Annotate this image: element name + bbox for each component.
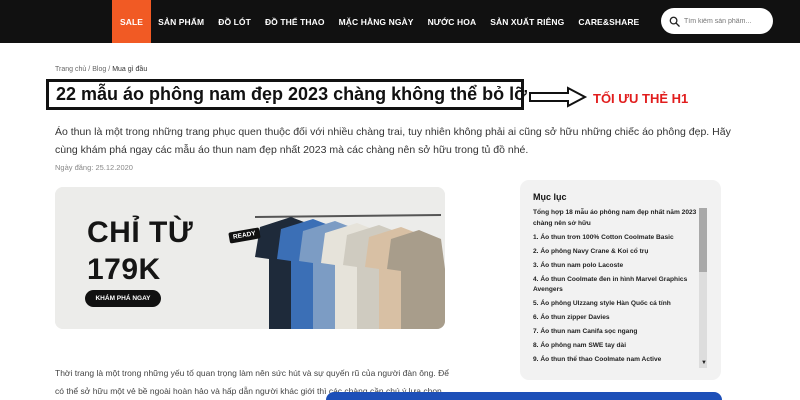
toc-scrollbar-thumb[interactable] [699, 208, 707, 272]
nav-item-sportswear[interactable]: ĐỒ THỂ THAO [258, 0, 332, 43]
title-highlight-frame: 22 mẫu áo phông nam đẹp 2023 chàng không… [46, 79, 527, 110]
toc-item[interactable]: 9. Áo thun thể thao Coolmate nam Active [533, 355, 698, 366]
breadcrumb-separator: / [88, 66, 91, 73]
toc-item[interactable]: 3. Áo thun nam polo Lacoste [533, 261, 698, 272]
bottom-floating-bar[interactable] [326, 392, 722, 400]
article-intro: Áo thun là một trong những trang phục qu… [55, 126, 731, 156]
breadcrumb-separator: / [108, 66, 111, 73]
top-navigation-bar: SALE SẢN PHẨM ĐỒ LÓT ĐỒ THỂ THAO MẶC HẰN… [0, 0, 800, 43]
caret-down-icon[interactable]: ▼ [701, 360, 707, 366]
breadcrumb-blog[interactable]: Blog [92, 66, 106, 73]
toc-item[interactable]: 1. Áo thun trơn 100% Cotton Coolmate Bas… [533, 233, 698, 244]
explore-now-button[interactable]: KHÁM PHÁ NGAY [85, 290, 161, 307]
breadcrumb-current[interactable]: Mua gì đầu [112, 66, 147, 73]
promo-banner[interactable]: CHỈ TỪ 179K KHÁM PHÁ NGAY READY [55, 187, 445, 329]
main-menu: SALE SẢN PHẨM ĐỒ LÓT ĐỒ THỂ THAO MẶC HẰN… [112, 0, 646, 43]
search-icon[interactable] [669, 16, 680, 27]
nav-item-custom[interactable]: SẢN XUẤT RIÊNG [483, 0, 571, 43]
nav-item-perfume[interactable]: NƯỚC HOA [421, 0, 484, 43]
toc-item[interactable]: 6. Áo thun zipper Davies [533, 313, 698, 324]
toc-item[interactable]: 5. Áo phông Ulzzang style Hàn Quốc cá tí… [533, 299, 698, 310]
toc-item[interactable]: 4. Áo thun Coolmate đen in hình Marvel G… [533, 275, 698, 296]
toc-title: Mục lục [533, 192, 567, 202]
toc-item[interactable]: 8. Áo phông nam SWE tay dài [533, 341, 698, 352]
publish-date: Ngày đăng: 25.12.2020 [55, 163, 133, 172]
nav-item-everyday[interactable]: MẶC HẰNG NGÀY [332, 0, 421, 43]
annotation-label: TỐI ƯU THẺ H1 [593, 91, 689, 106]
breadcrumb: Trang chủ / Blog / Mua gì đầu [55, 66, 147, 73]
nav-item-sale[interactable]: SALE [112, 0, 152, 43]
page-title: 22 mẫu áo phông nam đẹp 2023 chàng không… [56, 84, 527, 104]
breadcrumb-home[interactable]: Trang chủ [55, 66, 86, 73]
toc-scrollbar[interactable] [699, 208, 707, 368]
banner-headline: CHỈ TỪ [87, 216, 194, 249]
search-box[interactable] [661, 8, 773, 34]
toc-list: Tổng hợp 18 mẫu áo phông nam đẹp nhất nă… [533, 208, 698, 369]
toc-item[interactable]: 2. Áo phông Navy Crane & Koi cổ trụ [533, 247, 698, 258]
nav-item-care-share[interactable]: CARE&SHARE [571, 0, 646, 43]
search-input[interactable] [684, 17, 770, 25]
nav-item-products[interactable]: SẢN PHẨM [151, 0, 211, 43]
nav-item-underwear[interactable]: ĐỒ LÓT [211, 0, 258, 43]
banner-price: 179K [87, 253, 161, 286]
table-of-contents: Mục lục Tổng hợp 18 mẫu áo phông nam đẹp… [520, 180, 721, 380]
arrow-right-icon [529, 86, 588, 108]
toc-item[interactable]: 7. Áo thun nam Canifa sọc ngang [533, 327, 698, 338]
toc-item[interactable]: Tổng hợp 18 mẫu áo phông nam đẹp nhất nă… [533, 208, 698, 229]
